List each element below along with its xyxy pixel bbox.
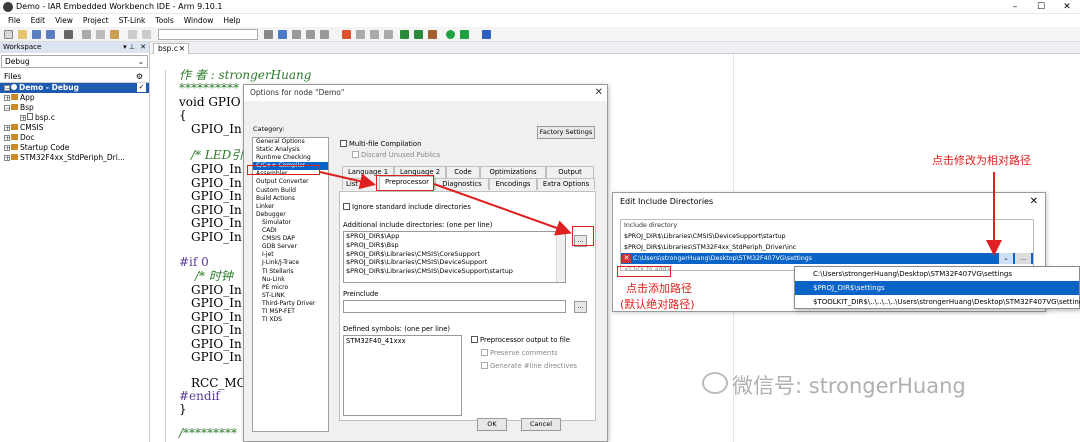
annotation-change-relative: 点击修改为相对路径 <box>932 154 1031 167</box>
arrow-preprocessor-to-browse <box>433 183 572 236</box>
watermark: 微信号: strongerHuang <box>732 374 966 398</box>
annotation-default-absolute: (默认绝对路径) <box>620 298 695 311</box>
arrow-compiler-to-preprocessor <box>319 171 376 190</box>
annotation-click-add: 点击添加路径 <box>626 282 692 295</box>
wechat-icon <box>702 372 728 394</box>
